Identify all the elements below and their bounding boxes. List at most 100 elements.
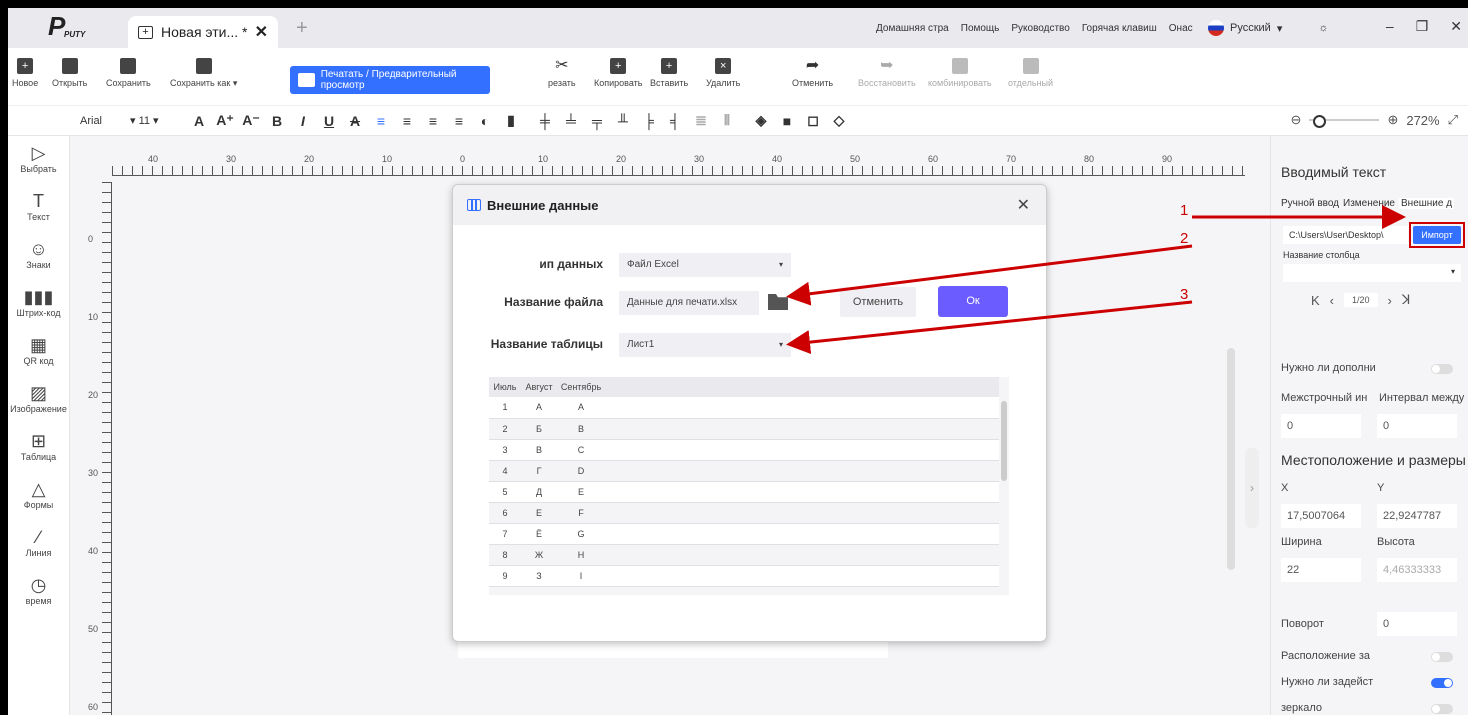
nav-help[interactable]: Помощь xyxy=(961,23,1000,34)
table-row[interactable]: 5ДE xyxy=(489,481,999,503)
align-left-icon[interactable]: ≡ xyxy=(368,113,394,129)
panel-collapse-handle[interactable]: › xyxy=(1245,448,1259,528)
tool-image[interactable]: ▨ Изображение xyxy=(8,376,69,424)
table-row[interactable]: 6ЕF xyxy=(489,502,999,524)
align-objects-left-icon[interactable]: ╞ xyxy=(636,113,662,129)
cancel-button[interactable]: Отменить xyxy=(840,287,916,317)
table-row[interactable]: 2БB xyxy=(489,418,999,440)
copy-button[interactable]: + Копировать xyxy=(594,58,642,88)
bold-icon[interactable]: B xyxy=(264,113,290,129)
label-canvas[interactable] xyxy=(458,640,888,658)
tool-text[interactable]: T Текст xyxy=(8,184,69,232)
nav-hotkeys[interactable]: Горячая клавиш xyxy=(1082,23,1157,34)
align-v-center-icon[interactable]: ╧ xyxy=(558,113,584,129)
layer-icon[interactable]: ◈ xyxy=(748,112,774,129)
tool-select[interactable]: ▷ Выбрать xyxy=(8,136,69,184)
save-button[interactable]: Сохранить xyxy=(106,58,151,88)
font-increase-icon[interactable]: A⁺ xyxy=(212,112,238,129)
need-add-toggle[interactable] xyxy=(1431,364,1453,374)
close-icon[interactable]: ✕ xyxy=(1017,195,1030,215)
cut-button[interactable]: ✂ резать xyxy=(548,58,576,89)
zoom-in-icon[interactable]: ⊕ xyxy=(1387,112,1398,128)
folder-icon[interactable] xyxy=(768,294,788,310)
redo-button[interactable]: ➥ Восстановить xyxy=(858,58,916,89)
close-tab-icon[interactable]: ✕ xyxy=(255,22,268,42)
nav-about[interactable]: Онас xyxy=(1169,23,1193,34)
tool-line[interactable]: ∕ Линия xyxy=(8,520,69,568)
fit-screen-icon[interactable]: ⤢ xyxy=(1448,112,1458,128)
combine-button[interactable]: комбинировать xyxy=(928,58,992,88)
data-type-select[interactable]: Файл Excel ▾ xyxy=(619,253,791,277)
table-scrollbar[interactable] xyxy=(1001,401,1007,481)
undo-button[interactable]: ➦ Отменить xyxy=(792,58,833,89)
table-row[interactable]: 1АA xyxy=(489,397,999,419)
file-name-field[interactable]: Данные для печати.xlsx xyxy=(619,291,759,315)
first-page-icon[interactable]: K xyxy=(1311,293,1320,308)
height-input[interactable]: 4,46333333 xyxy=(1377,558,1457,582)
theme-icon[interactable]: ☼ xyxy=(1318,22,1328,34)
next-page-icon[interactable]: › xyxy=(1388,293,1392,308)
align-top-icon[interactable]: ╤ xyxy=(584,113,610,129)
table-row[interactable]: 7ЁG xyxy=(489,523,999,545)
layout-toggle[interactable] xyxy=(1431,652,1453,662)
nav-guide[interactable]: Руководство xyxy=(1011,23,1069,34)
italic-icon[interactable]: I xyxy=(290,113,316,129)
width-input[interactable]: 22 xyxy=(1281,558,1361,582)
distribute-h-icon[interactable]: ⦀ xyxy=(714,112,740,129)
bring-front-icon[interactable]: ■ xyxy=(774,113,800,129)
new-button[interactable]: + Новое xyxy=(12,58,38,88)
tool-symbols[interactable]: ☺ Знаки xyxy=(8,232,69,280)
tool-shapes[interactable]: △ Формы xyxy=(8,472,69,520)
justify-icon[interactable]: ≡ xyxy=(446,113,472,129)
layers-icon[interactable]: ◇ xyxy=(826,112,852,129)
prev-page-icon[interactable]: ‹ xyxy=(1330,293,1334,308)
zoom-out-icon[interactable]: ⊖ xyxy=(1291,112,1302,128)
tab-external[interactable]: Внешние д xyxy=(1399,198,1455,209)
language-select[interactable]: Русский ▾ ☼ xyxy=(1208,20,1328,36)
distribute-v-icon[interactable]: ≣ xyxy=(688,112,714,129)
sheet-name-select[interactable]: Лист1 ▾ xyxy=(619,333,791,357)
delete-button[interactable]: × Удалить xyxy=(706,58,740,88)
table-row[interactable]: 4ГD xyxy=(489,460,999,482)
nav-home[interactable]: Домашняя стра xyxy=(876,23,949,34)
save-as-button[interactable]: Сохранить как ▾ xyxy=(170,58,237,89)
paste-button[interactable]: + Вставить xyxy=(650,58,688,88)
minimize-icon[interactable]: – xyxy=(1386,18,1394,35)
separate-button[interactable]: отдельный xyxy=(1008,58,1053,88)
y-input[interactable]: 22,9247787 xyxy=(1377,504,1457,528)
tab-manual-input[interactable]: Ручной ввод xyxy=(1281,198,1339,209)
char-spacing-input[interactable]: 0 xyxy=(1377,414,1457,438)
tool-table[interactable]: ⊞ Таблица xyxy=(8,424,69,472)
document-tab[interactable]: + Новая эти... * ✕ xyxy=(128,16,278,48)
align-right-icon[interactable]: ≡ xyxy=(420,113,446,129)
font-decrease-icon[interactable]: A⁻ xyxy=(238,112,264,129)
font-family-select[interactable]: Arial xyxy=(80,115,130,127)
close-window-icon[interactable]: ✕ xyxy=(1450,18,1462,35)
canvas-scrollbar[interactable] xyxy=(1227,348,1235,570)
new-tab-icon[interactable]: + xyxy=(296,17,308,40)
align-h-center-icon[interactable]: ╪ xyxy=(532,113,558,129)
font-size-select[interactable]: ▾ 11 ▾ xyxy=(130,114,186,127)
tool-qr[interactable]: ▦ QR код xyxy=(8,328,69,376)
zoom-slider[interactable] xyxy=(1309,115,1380,128)
align-objects-right-icon[interactable]: ╡ xyxy=(662,113,688,129)
tool-barcode[interactable]: ▮▮▮ Штрих-код xyxy=(8,280,69,328)
last-page-icon[interactable]: ꓘ xyxy=(1402,292,1411,308)
restore-icon[interactable]: ❐ xyxy=(1416,18,1429,35)
column-name-select[interactable]: ▾ xyxy=(1283,264,1461,282)
align-bottom-icon[interactable]: ╨ xyxy=(610,113,636,129)
table-row[interactable]: 8ЖH xyxy=(489,544,999,566)
x-input[interactable]: 17,5007064 xyxy=(1281,504,1361,528)
tab-change[interactable]: Изменение xyxy=(1343,198,1395,209)
table-row[interactable]: 3ВC xyxy=(489,439,999,461)
rotation-select[interactable]: 0 xyxy=(1377,612,1457,636)
vertical-text-icon[interactable]: ▮ xyxy=(498,112,524,129)
align-center-icon[interactable]: ≡ xyxy=(394,113,420,129)
open-button[interactable]: Открыть xyxy=(52,58,87,88)
strikethrough-icon[interactable]: A xyxy=(342,113,368,129)
ok-button[interactable]: Ок xyxy=(938,286,1008,317)
underline-icon[interactable]: U xyxy=(316,113,342,129)
tool-time[interactable]: ◷ время xyxy=(8,568,69,616)
table-row[interactable]: 9ЗI xyxy=(489,565,999,587)
invert-icon[interactable]: ◐ xyxy=(472,113,498,129)
